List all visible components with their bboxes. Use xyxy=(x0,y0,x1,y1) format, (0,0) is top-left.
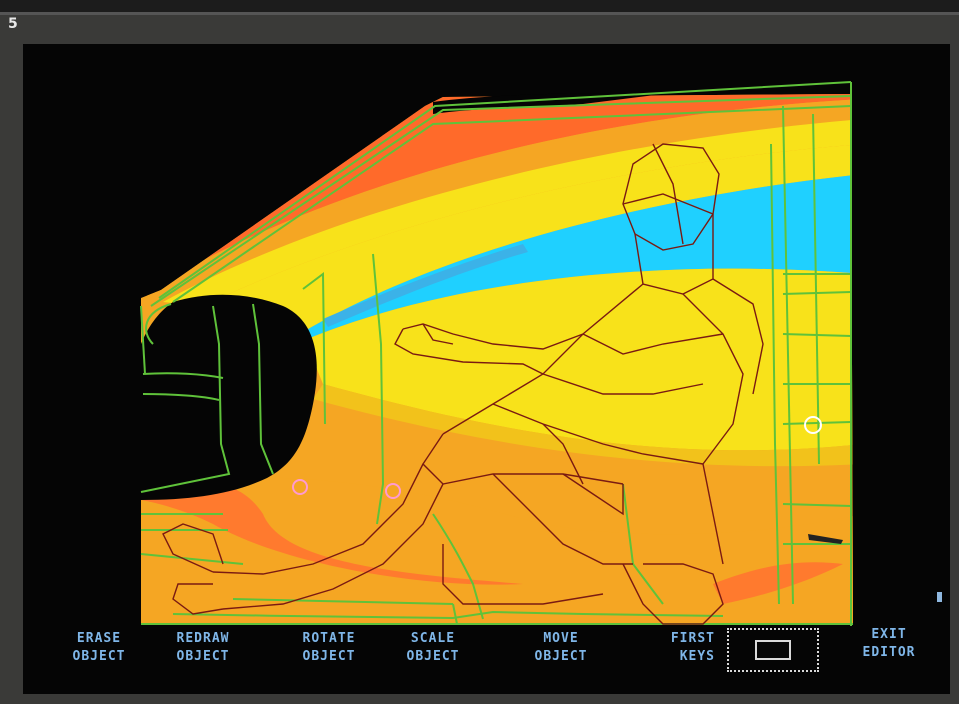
cad-screen[interactable]: ERASE OBJECT REDRAW OBJECT ROTATE OBJECT SC… xyxy=(23,44,950,694)
first-keys-button[interactable]: FIRST KEYS xyxy=(635,630,715,666)
top-strip-edge xyxy=(0,12,959,15)
cursor-block-icon xyxy=(937,592,942,602)
vehicle-interior-drawing[interactable] xyxy=(23,44,950,694)
redraw-object-button[interactable]: REDRAW OBJECT xyxy=(163,630,243,666)
page-number: 5 xyxy=(8,16,18,32)
window-rectangle-icon[interactable] xyxy=(727,628,819,672)
rotate-object-button[interactable]: ROTATE OBJECT xyxy=(287,630,371,666)
top-strip xyxy=(0,0,959,12)
window-frame-icon xyxy=(755,640,791,660)
scale-object-button[interactable]: SCALE OBJECT xyxy=(393,630,473,666)
erase-object-button[interactable]: ERASE OBJECT xyxy=(61,630,137,666)
move-object-button[interactable]: MOVE OBJECT xyxy=(521,630,601,666)
exit-editor-button[interactable]: EXIT EDITOR xyxy=(849,626,929,662)
